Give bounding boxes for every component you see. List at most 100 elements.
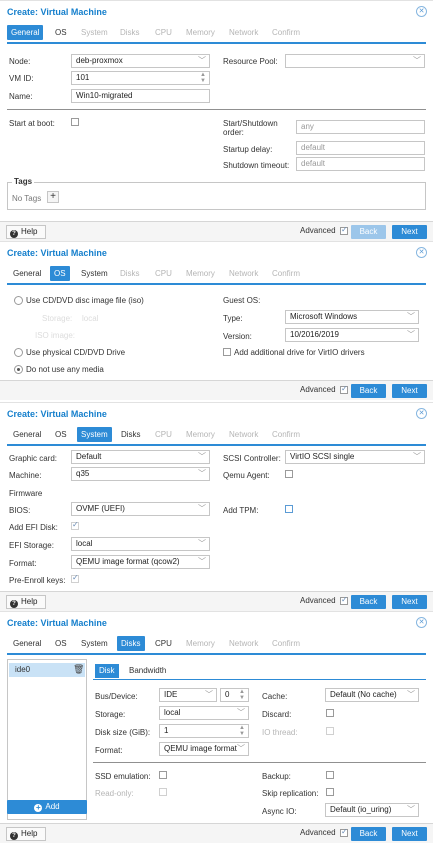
help-button[interactable]: ? Help xyxy=(6,225,46,239)
startup-order-field[interactable]: any xyxy=(296,120,425,134)
storage-value: local xyxy=(82,314,99,323)
window-title: Create: Virtual Machine xyxy=(7,7,107,17)
skip-replication-checkbox[interactable] xyxy=(326,788,334,796)
graphic-card-select[interactable]: Default ﹀ xyxy=(71,450,210,464)
graphic-card-value: Default xyxy=(76,452,102,461)
disk-size-label: Disk size (GiB): xyxy=(95,728,151,737)
start-at-boot-checkbox[interactable] xyxy=(71,118,79,126)
tab-os[interactable]: OS xyxy=(55,427,67,442)
tab-general[interactable]: General xyxy=(13,427,41,442)
vmid-field[interactable]: 101 ▲ ▼ xyxy=(71,71,210,85)
vmid-value: 101 xyxy=(76,73,90,82)
device-value: 0 xyxy=(225,690,230,699)
next-button[interactable]: Next xyxy=(392,827,427,841)
disk-size-field[interactable]: 1 ▲ ▼ xyxy=(159,724,249,738)
type-select[interactable]: Microsoft Windows ﹀ xyxy=(285,310,419,324)
tab-general[interactable]: General xyxy=(7,25,44,40)
version-value: 10/2016/2019 xyxy=(290,330,339,339)
subtab-bandwidth[interactable]: Bandwidth xyxy=(125,664,170,678)
name-field[interactable]: Win10-migrated xyxy=(71,89,210,103)
bus-select[interactable]: IDE ﹀ xyxy=(159,688,217,702)
tags-legend: Tags xyxy=(12,177,35,186)
ssd-label: SSD emulation: xyxy=(95,772,151,781)
subtab-disk[interactable]: Disk xyxy=(95,664,119,678)
tab-general[interactable]: General xyxy=(13,266,41,281)
qemu-agent-checkbox[interactable] xyxy=(285,470,293,478)
tab-os[interactable]: OS xyxy=(55,25,67,40)
startup-order-label: Start/Shutdown order: xyxy=(223,119,278,137)
wizard-system: Create: Virtual Machine ✕ General OS Sys… xyxy=(0,402,433,611)
close-icon[interactable]: ✕ xyxy=(416,6,427,17)
advanced-checkbox[interactable] xyxy=(340,827,348,837)
next-button[interactable]: Next xyxy=(392,595,427,609)
cache-select[interactable]: Default (No cache) ﹀ xyxy=(325,688,419,702)
trash-icon[interactable]: 🗑 xyxy=(73,664,84,675)
virtio-drive-checkbox[interactable] xyxy=(223,348,231,356)
format-value: QEMU image format (qcow2) xyxy=(76,557,180,566)
tab-disks: Disks xyxy=(120,269,140,278)
version-select[interactable]: 10/2016/2019 ﹀ xyxy=(285,328,419,342)
titlebar: Create: Virtual Machine ✕ xyxy=(0,612,433,634)
scsi-select[interactable]: VirtIO SCSI single ﹀ xyxy=(285,450,425,464)
discard-checkbox[interactable] xyxy=(326,709,334,717)
tab-disks[interactable]: Disks xyxy=(121,427,141,442)
next-button[interactable]: Next xyxy=(392,384,427,398)
tab-general[interactable]: General xyxy=(13,636,41,651)
tab-os[interactable]: OS xyxy=(55,636,67,651)
tab-disks[interactable]: Disks xyxy=(117,636,145,651)
pre-enroll-checkbox[interactable] xyxy=(71,573,79,583)
format-select[interactable]: QEMU image format (qcow2) ﹀ xyxy=(71,555,210,569)
backup-checkbox[interactable] xyxy=(326,771,334,779)
tab-os[interactable]: OS xyxy=(50,266,70,281)
async-io-select[interactable]: Default (io_uring) ﹀ xyxy=(325,803,419,817)
ssd-checkbox[interactable] xyxy=(159,771,167,779)
back-button[interactable]: Back xyxy=(351,595,386,609)
spinner-icon[interactable]: ▲ ▼ xyxy=(239,689,245,701)
storage-select[interactable]: local ﹀ xyxy=(159,706,249,720)
cache-label: Cache: xyxy=(262,692,288,701)
help-button[interactable]: ? Help xyxy=(6,595,46,609)
name-label: Name: xyxy=(9,92,33,101)
close-icon[interactable]: ✕ xyxy=(416,617,427,628)
use-iso-radio[interactable] xyxy=(14,296,23,305)
efi-storage-select[interactable]: local ﹀ xyxy=(71,537,210,551)
bios-select[interactable]: OVMF (UEFI) ﹀ xyxy=(71,502,210,516)
iso-image-label: ISO image: xyxy=(35,331,76,340)
resource-pool-select[interactable]: ﹀ xyxy=(285,54,425,68)
add-tpm-checkbox[interactable] xyxy=(285,505,293,513)
shutdown-timeout-field[interactable]: default xyxy=(296,157,425,171)
spinner-icon[interactable]: ▲ ▼ xyxy=(239,725,245,737)
back-button[interactable]: Back xyxy=(351,225,386,239)
add-efi-checkbox[interactable] xyxy=(71,520,79,530)
next-button[interactable]: Next xyxy=(392,225,427,239)
no-media-radio[interactable] xyxy=(14,365,23,374)
tab-system[interactable]: System xyxy=(77,427,112,442)
chevron-down-icon: ﹀ xyxy=(205,690,213,699)
close-icon[interactable]: ✕ xyxy=(416,247,427,258)
disk-list-item[interactable]: ide0 🗑 xyxy=(9,663,85,677)
format-select[interactable]: QEMU image format ﹀ xyxy=(159,742,249,756)
back-button[interactable]: Back xyxy=(351,827,386,841)
advanced-checkbox[interactable] xyxy=(340,225,348,235)
tab-system[interactable]: System xyxy=(81,636,108,651)
device-number-field[interactable]: 0 ▲ ▼ xyxy=(220,688,249,702)
add-tag-plus-icon[interactable]: + xyxy=(47,191,59,203)
help-button[interactable]: ? Help xyxy=(6,827,46,841)
discard-label: Discard: xyxy=(262,710,292,719)
use-physical-radio[interactable] xyxy=(14,348,23,357)
tab-system[interactable]: System xyxy=(81,266,108,281)
close-icon[interactable]: ✕ xyxy=(416,408,427,419)
disk-list: ide0 🗑 xyxy=(7,659,87,820)
add-disk-button[interactable]: + Add xyxy=(7,800,87,814)
back-button[interactable]: Back xyxy=(351,384,386,398)
spinner-icon[interactable]: ▲ ▼ xyxy=(200,72,206,84)
add-tpm-label: Add TPM: xyxy=(223,506,259,515)
bios-value: OVMF (UEFI) xyxy=(76,504,125,513)
startup-delay-field[interactable]: default xyxy=(296,141,425,155)
advanced-checkbox[interactable] xyxy=(340,595,348,605)
machine-select[interactable]: q35 ﹀ xyxy=(71,467,210,481)
node-select[interactable]: deb-proxmox ﹀ xyxy=(71,54,210,68)
tab-cpu[interactable]: CPU xyxy=(155,636,172,651)
advanced-checkbox[interactable] xyxy=(340,384,348,394)
use-iso-label: Use CD/DVD disc image file (iso) xyxy=(26,296,144,305)
